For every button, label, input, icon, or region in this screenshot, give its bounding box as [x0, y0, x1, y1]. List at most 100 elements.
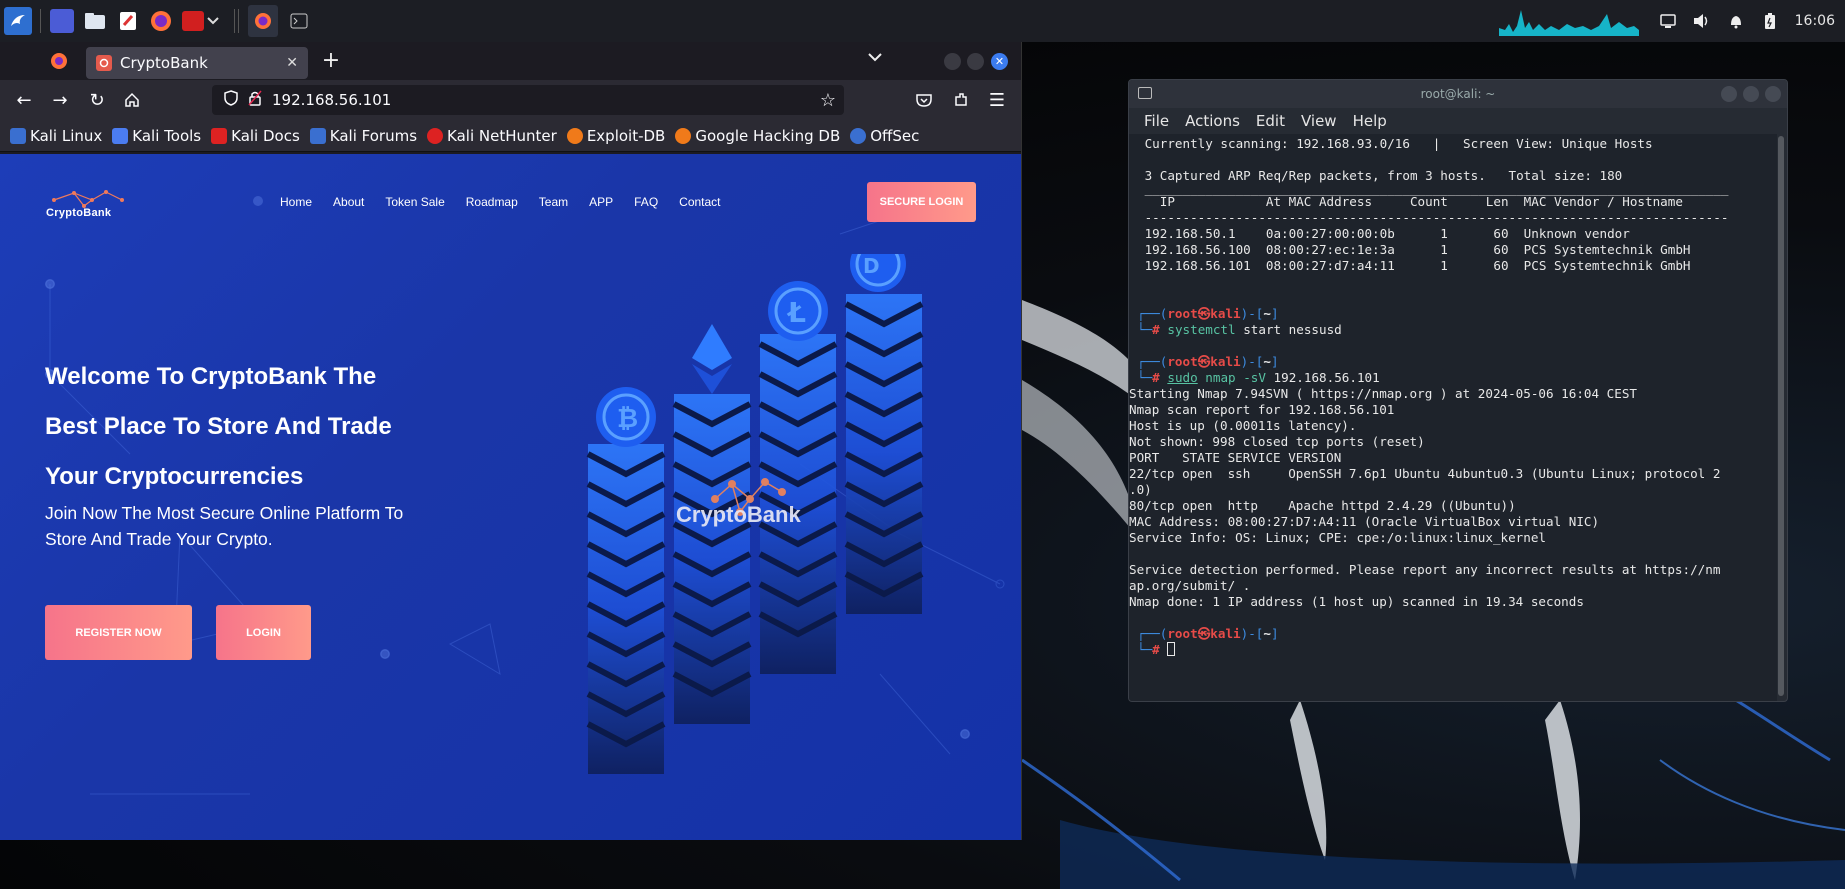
- illustration-brand-text: CryptoBank: [676, 502, 801, 527]
- nav-token-sale[interactable]: Token Sale: [385, 195, 444, 209]
- netdiscover-status: Currently scanning: 192.168.93.0/16 | Sc…: [1137, 136, 1653, 151]
- bookmark-kali-forums[interactable]: Kali Forums: [309, 127, 417, 145]
- nav-app[interactable]: APP: [589, 195, 613, 209]
- firefox-active-icon[interactable]: [248, 5, 278, 37]
- bookmark-kali-tools[interactable]: Kali Tools: [112, 127, 201, 145]
- shield-icon[interactable]: [224, 90, 238, 110]
- display-icon[interactable]: [1657, 10, 1679, 32]
- minimize-button[interactable]: [1721, 86, 1737, 102]
- nav-roadmap[interactable]: Roadmap: [466, 195, 518, 209]
- tab-close-icon[interactable]: ✕: [286, 55, 298, 71]
- nmap-line: Nmap scan report for 192.168.56.101: [1129, 402, 1395, 417]
- terminal-output[interactable]: Currently scanning: 192.168.93.0/16 | Sc…: [1129, 134, 1777, 701]
- close-button[interactable]: [1765, 86, 1781, 102]
- nmap-line: ap.org/submit/ .: [1129, 578, 1251, 593]
- netdiscover-row: 192.168.56.101 08:00:27:d7:a4:11 1 60 PC…: [1137, 258, 1691, 273]
- nav-about[interactable]: About: [333, 195, 364, 209]
- minimize-button[interactable]: [944, 53, 961, 70]
- nmap-line: 80/tcp open http Apache httpd 2.4.29 ((U…: [1129, 498, 1516, 513]
- terminal-red-icon[interactable]: [182, 11, 204, 31]
- workspace-icon[interactable]: [50, 9, 74, 33]
- firefox-icon[interactable]: [149, 9, 173, 33]
- pocket-icon[interactable]: [910, 86, 938, 114]
- hero-title-line: Best Place To Store And Trade: [45, 413, 392, 440]
- notification-bell-icon[interactable]: [1725, 10, 1747, 32]
- netdiscover-separator: ----------------------------------------…: [1137, 210, 1729, 225]
- nmap-line: Nmap done: 1 IP address (1 host up) scan…: [1129, 594, 1584, 609]
- terminal-icon[interactable]: [287, 9, 311, 33]
- close-window-button[interactable]: ✕: [991, 53, 1008, 70]
- login-button[interactable]: LOGIN: [216, 605, 311, 660]
- kali-tools-icon: [112, 127, 129, 144]
- nethunter-icon: [427, 127, 444, 144]
- hero-subtitle-line: Store And Trade Your Crypto.: [45, 529, 273, 549]
- offsec-icon: [850, 127, 867, 144]
- site-nav: Home About Token Sale Roadmap Team APP F…: [280, 195, 742, 209]
- maximize-button[interactable]: [1743, 86, 1759, 102]
- menu-file[interactable]: File: [1144, 112, 1169, 130]
- back-arrow-icon[interactable]: ←: [10, 86, 38, 114]
- nav-faq[interactable]: FAQ: [634, 195, 658, 209]
- register-now-button[interactable]: REGISTER NOW: [45, 605, 192, 660]
- cpu-graph-icon: [1498, 10, 1639, 36]
- prompt-line: ┌──(root㉿kali)-[~]: [1137, 626, 1279, 641]
- volume-icon[interactable]: [1691, 10, 1713, 32]
- menu-actions[interactable]: Actions: [1185, 112, 1240, 130]
- text-editor-icon[interactable]: [116, 9, 140, 33]
- menu-edit[interactable]: Edit: [1256, 112, 1285, 130]
- clock[interactable]: 16:06: [1795, 13, 1835, 29]
- command-line: └─#: [1137, 642, 1769, 658]
- tower-litecoin: Ł: [758, 281, 838, 674]
- menu-view[interactable]: View: [1301, 112, 1337, 130]
- file-manager-icon[interactable]: [83, 9, 107, 33]
- maximize-button[interactable]: [967, 53, 984, 70]
- nmap-line: MAC Address: 08:00:27:D7:A4:11 (Oracle V…: [1129, 514, 1600, 529]
- bookmark-kali-docs[interactable]: Kali Docs: [211, 127, 300, 145]
- forward-arrow-icon[interactable]: →: [46, 86, 74, 114]
- nmap-line: Starting Nmap 7.94SVN ( https://nmap.org…: [1129, 386, 1637, 401]
- bookmark-star-icon[interactable]: ☆: [820, 90, 836, 111]
- nav-home[interactable]: Home: [280, 195, 312, 209]
- nmap-line: Service detection performed. Please repo…: [1129, 562, 1721, 577]
- bookmark-google-hacking-db[interactable]: Google Hacking DB: [675, 127, 840, 145]
- firefox-view-icon[interactable]: [50, 52, 68, 74]
- terminal-scrollbar[interactable]: [1778, 136, 1784, 696]
- home-icon[interactable]: [118, 86, 146, 114]
- cryptobank-website: CryptoBank Home About Token Sale Roadmap…: [0, 154, 1021, 840]
- bookmarks-toolbar: Kali Linux Kali Tools Kali Docs Kali For…: [0, 120, 1021, 152]
- menu-hamburger-icon[interactable]: ☰: [983, 86, 1011, 114]
- kali-icon: [10, 127, 26, 144]
- bookmark-exploit-db[interactable]: Exploit-DB: [566, 127, 665, 145]
- svg-text:Ł: Ł: [786, 296, 806, 329]
- command-line: └─# systemctl start nessusd: [1137, 322, 1342, 337]
- list-all-tabs-button[interactable]: [868, 50, 882, 66]
- nav-team[interactable]: Team: [539, 195, 568, 209]
- bookmark-kali-nethunter[interactable]: Kali NetHunter: [427, 127, 557, 145]
- nav-contact[interactable]: Contact: [679, 195, 720, 209]
- cryptobank-logo[interactable]: CryptoBank: [44, 190, 140, 220]
- terminal-title: root@kali: ~: [1420, 87, 1496, 101]
- bookmark-offsec[interactable]: OffSec: [850, 127, 919, 145]
- netdiscover-header: IP At MAC Address Count Len MAC Vendor /…: [1137, 194, 1683, 209]
- nmap-line: Host is up (0.00011s latency).: [1129, 418, 1357, 433]
- nmap-line: .0): [1129, 482, 1152, 497]
- extensions-icon[interactable]: [947, 86, 975, 114]
- secure-login-button[interactable]: SECURE LOGIN: [867, 182, 976, 222]
- kali-dragon-icon[interactable]: [4, 7, 32, 35]
- reload-icon[interactable]: ↻: [83, 86, 111, 114]
- bookmark-kali-linux[interactable]: Kali Linux: [10, 127, 102, 145]
- tower-dash: D: [844, 254, 924, 614]
- tab-cryptobank[interactable]: CryptoBank ✕: [86, 47, 308, 79]
- command-line: └─# sudo nmap -sV 192.168.56.101: [1137, 370, 1380, 385]
- exploit-db-icon: [566, 127, 583, 144]
- nmap-line: Service Info: OS: Linux; CPE: cpe:/o:lin…: [1129, 530, 1547, 545]
- nmap-line: 22/tcp open ssh OpenSSH 7.6p1 Ubuntu 4ub…: [1129, 466, 1721, 481]
- hero-subtitle: Join Now The Most Secure Online Platform…: [45, 500, 475, 552]
- url-text: 192.168.56.101: [272, 91, 392, 109]
- menu-help[interactable]: Help: [1353, 112, 1387, 130]
- lock-insecure-icon[interactable]: [248, 90, 262, 110]
- battery-icon[interactable]: [1759, 10, 1781, 32]
- chevron-down-icon[interactable]: [206, 9, 220, 33]
- url-bar[interactable]: 192.168.56.101 ☆: [212, 85, 844, 115]
- new-tab-button[interactable]: +: [318, 48, 344, 73]
